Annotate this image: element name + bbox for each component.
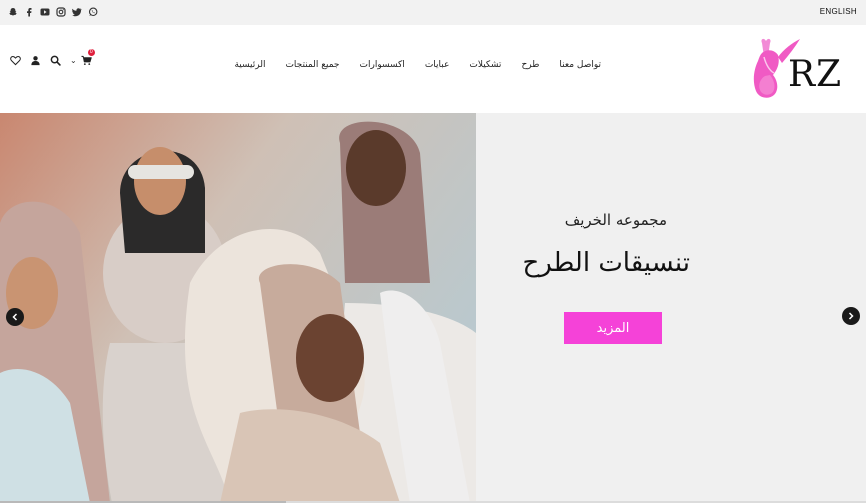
header-icons: ⌄ 0 [10,49,95,66]
hero-content: مجموعه الخريف تنسيقات الطرح المزيد [487,113,866,503]
hero-image [0,113,476,503]
wishlist-heart-icon[interactable] [10,55,21,66]
chevron-left-icon [12,313,18,321]
slider-prev-button[interactable] [6,308,24,326]
brand-logo[interactable]: RZ [748,35,858,103]
nav-item-home[interactable]: الرئيسية [234,60,265,70]
slider-next-button[interactable] [842,307,860,325]
cart-count-badge: 0 [87,49,95,56]
hero-photo-models [0,113,476,503]
hero-slider: مجموعه الخريف تنسيقات الطرح المزيد [0,113,866,503]
facebook-icon[interactable] [24,6,34,18]
user-icon[interactable] [30,55,41,66]
hero-subtitle: مجموعه الخريف [564,211,667,229]
social-links [8,6,98,18]
nav-item-scarves[interactable]: طرح [521,60,539,70]
nav-item-accessories[interactable]: اكسسوارات [360,60,405,70]
site-header: ⌄ 0 الرئيسية جميع المنتجات اكسسوارات عبا… [0,25,866,113]
nav-item-collections[interactable]: تشكيلات [469,60,501,70]
whatsapp-icon[interactable] [88,6,98,18]
instagram-icon[interactable] [56,6,66,18]
search-icon[interactable] [50,55,61,66]
cart-icon[interactable]: 0 [81,49,95,66]
nav-item-abayas[interactable]: عبايات [425,60,450,70]
chevron-down-icon[interactable]: ⌄ [70,56,77,65]
nav-item-contact[interactable]: تواصل معنا [559,60,601,70]
language-switch-link[interactable]: ENGLISH [820,7,857,16]
youtube-icon[interactable] [40,6,50,18]
snapchat-icon[interactable] [8,6,18,18]
hero-title: تنسيقات الطرح [522,248,690,278]
more-button[interactable]: المزيد [564,312,662,344]
chevron-right-icon [848,312,854,320]
main-nav: الرئيسية جميع المنتجات اكسسوارات عبايات … [234,60,601,70]
top-bar: ENGLISH [0,0,866,25]
logo-text: RZ [788,54,843,95]
twitter-icon[interactable] [72,6,82,18]
nav-item-all-products[interactable]: جميع المنتجات [285,60,339,70]
